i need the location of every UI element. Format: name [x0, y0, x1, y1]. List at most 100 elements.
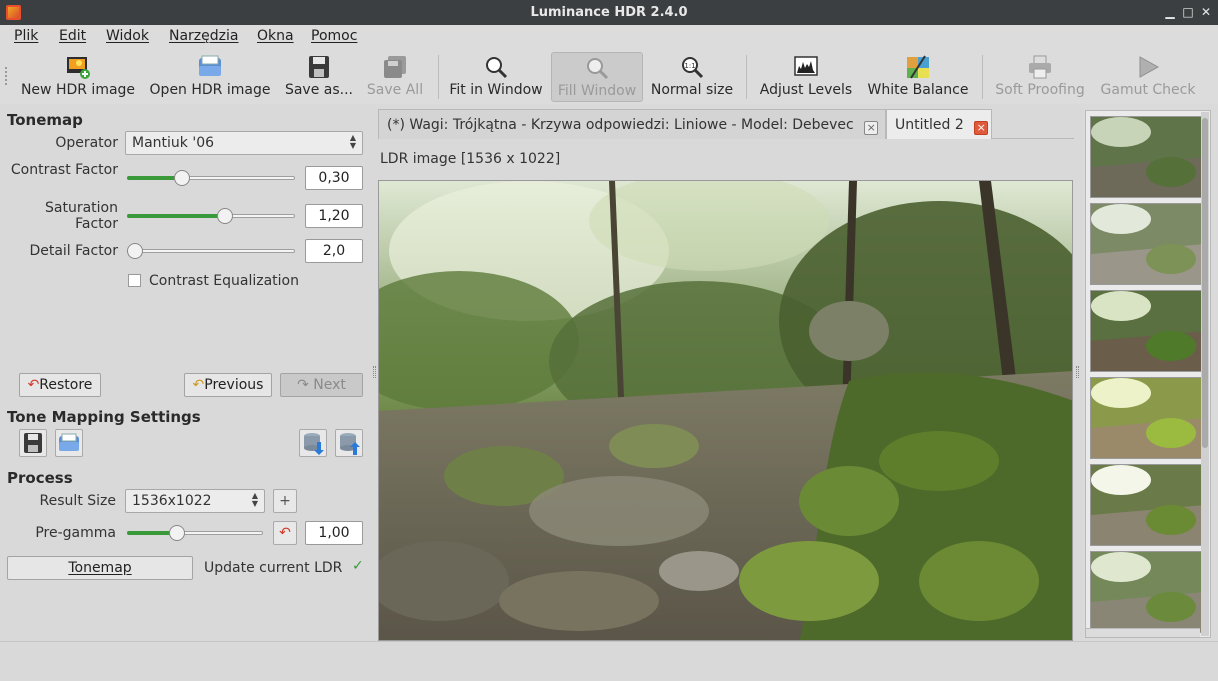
- thumbnail-image: [1091, 291, 1203, 371]
- menu-plik[interactable]: Plik: [14, 28, 38, 44]
- adjust-levels-button[interactable]: Adjust Levels: [756, 52, 856, 102]
- update-current-ldr-checkbox[interactable]: ✓: [352, 559, 365, 573]
- slider-handle[interactable]: [127, 243, 143, 259]
- result-size-label: Result Size: [39, 493, 116, 509]
- database-down-icon: [304, 433, 324, 455]
- splitter-handle[interactable]: [373, 366, 376, 378]
- previous-button[interactable]: ↶Previous: [184, 373, 272, 397]
- open-hdr-icon: [199, 55, 221, 76]
- slider-track: [127, 249, 295, 253]
- new-hdr-button[interactable]: New HDR image: [16, 52, 140, 102]
- pregamma-slider[interactable]: [127, 525, 263, 541]
- maximize-icon[interactable]: □: [1180, 4, 1196, 20]
- thumbnail-list: [1085, 110, 1211, 638]
- thumbnail-image: [1091, 378, 1203, 458]
- close-window-icon[interactable]: ✕: [1198, 4, 1214, 20]
- slider-fill: [127, 214, 225, 218]
- menu-edit[interactable]: Edit: [59, 28, 86, 44]
- toolbar-separator: [982, 55, 983, 99]
- thumbnail-image: [1091, 117, 1203, 197]
- next-icon: ↷: [297, 377, 309, 393]
- save-all-button[interactable]: Save All: [362, 52, 428, 102]
- normal-size-button[interactable]: 1:1 Normal size: [648, 52, 736, 102]
- horizontal-scrollbar[interactable]: [1086, 628, 1200, 637]
- slider-handle[interactable]: [217, 208, 233, 224]
- fill-window-label: Fill Window: [557, 83, 637, 99]
- scrollbar-thumb[interactable]: [1202, 118, 1208, 448]
- spinner-arrows-icon: ▲ ▼: [251, 491, 258, 508]
- reset-icon: ↶: [279, 525, 291, 541]
- thumbnail-item[interactable]: [1090, 551, 1204, 633]
- save-settings-button[interactable]: [19, 429, 47, 457]
- save-as-button[interactable]: Save as...: [282, 52, 356, 102]
- toolbar-grip[interactable]: [5, 67, 9, 85]
- toolbar-separator: [438, 55, 439, 99]
- import-settings-button[interactable]: [335, 429, 363, 457]
- contrast-equalization-checkbox[interactable]: [128, 274, 141, 287]
- thumbnail-item[interactable]: [1090, 377, 1204, 459]
- next-button[interactable]: ↷ Next: [280, 373, 363, 397]
- zoom-original-icon: 1:1: [682, 57, 704, 79]
- save-as-label: Save as...: [284, 82, 354, 98]
- add-size-button[interactable]: +: [273, 489, 297, 513]
- status-bar: [0, 641, 1218, 681]
- detail-factor-input[interactable]: 2,0: [305, 239, 363, 263]
- soft-proofing-button[interactable]: Soft Proofing: [992, 52, 1088, 102]
- slider-handle[interactable]: [169, 525, 185, 541]
- menu-bar: Plik Edit Widok Narzędzia Okna Pomoc: [0, 25, 1218, 49]
- window-title: Luminance HDR 2.4.0: [530, 5, 688, 20]
- gamut-check-button[interactable]: Gamut Check: [1096, 52, 1200, 102]
- thumbnail-item[interactable]: [1090, 290, 1204, 372]
- minimize-icon[interactable]: ▁: [1162, 4, 1178, 20]
- contrast-factor-input[interactable]: 0,30: [305, 166, 363, 190]
- open-icon: [59, 433, 79, 451]
- tab-label: (*) Wagi: Trójkątna - Krzywa odpowiedzi:…: [387, 117, 854, 133]
- menu-okna[interactable]: Okna: [257, 28, 294, 44]
- fill-window-button[interactable]: Fill Window: [551, 52, 643, 102]
- save-icon: [24, 433, 42, 453]
- new-hdr-icon: [67, 57, 90, 79]
- svg-text:1:1: 1:1: [684, 62, 695, 70]
- update-current-ldr-label: Update current LDR: [204, 560, 343, 576]
- load-settings-button[interactable]: [55, 429, 83, 457]
- white-balance-button[interactable]: White Balance: [864, 52, 972, 102]
- tonemap-button[interactable]: Tonemap: [7, 556, 193, 580]
- vertical-scrollbar[interactable]: [1201, 112, 1209, 636]
- thumbnail-image: [1091, 465, 1203, 545]
- save-all-label: Save All: [366, 82, 424, 98]
- thumbnail-item[interactable]: [1090, 203, 1204, 285]
- restore-icon: ↶: [27, 377, 40, 393]
- fit-window-button[interactable]: Fit in Window: [446, 52, 546, 102]
- close-tab-icon[interactable]: ×: [864, 121, 879, 135]
- result-size-select[interactable]: 1536x1022 ▲ ▼: [125, 489, 265, 513]
- soft-proofing-label: Soft Proofing: [995, 82, 1085, 98]
- thumbnail-item[interactable]: [1090, 116, 1204, 198]
- operator-select[interactable]: Mantiuk '06 ▲ ▼: [125, 131, 363, 155]
- open-hdr-button[interactable]: Open HDR image: [146, 52, 274, 102]
- image-info-label: LDR image [1536 x 1022]: [380, 151, 561, 167]
- saturation-factor-input[interactable]: 1,20: [305, 204, 363, 228]
- contrast-equalization-label: Contrast Equalization: [149, 273, 299, 289]
- close-tab-icon[interactable]: ×: [974, 121, 989, 135]
- gamut-check-label: Gamut Check: [1100, 82, 1196, 98]
- tonemap-section-title: Tonemap: [7, 111, 83, 129]
- detail-factor-slider[interactable]: [127, 243, 295, 259]
- export-settings-button[interactable]: [299, 429, 327, 457]
- menu-widok[interactable]: Widok: [106, 28, 149, 44]
- slider-handle[interactable]: [174, 170, 190, 186]
- thumbnail-panel: [1082, 104, 1218, 641]
- previous-icon: ↶: [192, 377, 205, 393]
- reset-pregamma-button[interactable]: ↶: [273, 521, 297, 545]
- contrast-factor-slider[interactable]: [127, 170, 295, 186]
- ldr-image-viewer[interactable]: [378, 180, 1073, 641]
- tab-hdr-image[interactable]: (*) Wagi: Trójkątna - Krzywa odpowiedzi:…: [378, 109, 886, 139]
- saturation-factor-slider[interactable]: [127, 208, 295, 224]
- tab-untitled-2[interactable]: Untitled 2 ×: [886, 109, 992, 139]
- thumbnail-item[interactable]: [1090, 464, 1204, 546]
- pregamma-input[interactable]: 1,00: [305, 521, 363, 545]
- menu-narzedzia[interactable]: Narzędzia: [169, 28, 238, 44]
- fit-window-label: Fit in Window: [449, 82, 543, 98]
- new-hdr-label: New HDR image: [20, 82, 136, 98]
- restore-button[interactable]: ↶Restore: [19, 373, 101, 397]
- menu-pomoc[interactable]: Pomoc: [311, 28, 357, 44]
